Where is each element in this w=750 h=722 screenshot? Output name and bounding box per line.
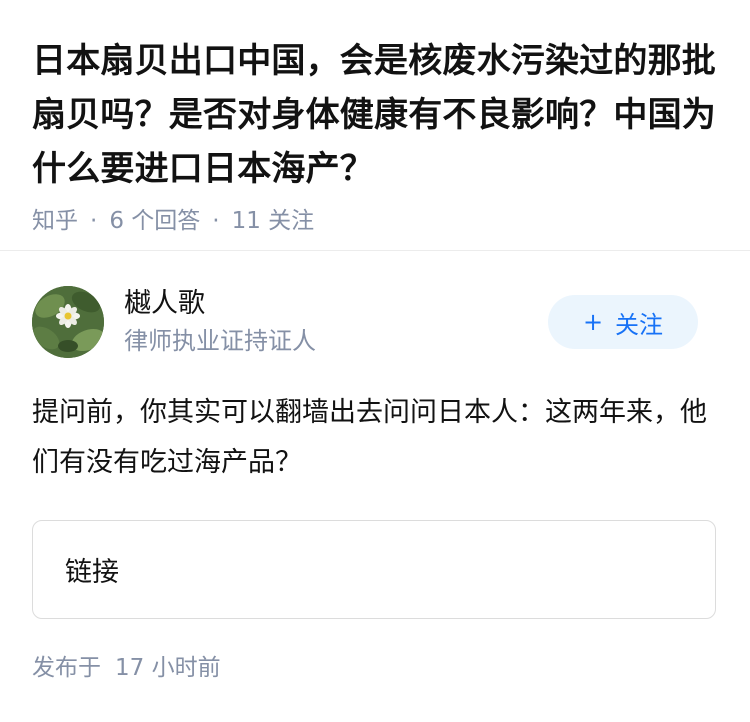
author-row: 樾人歌 律师执业证持证人 + 关注 bbox=[32, 284, 718, 360]
question-title[interactable]: 日本扇贝出口中国，会是核废水污染过的那批扇贝吗？是否对身体健康有不良影响？中国为… bbox=[32, 34, 718, 196]
section-divider bbox=[0, 250, 750, 251]
answer-card: 樾人歌 律师执业证持证人 + 关注 提问前，你其实可以翻墙出去问问日本人：这两年… bbox=[32, 284, 718, 683]
follow-button-label: 关注 bbox=[615, 310, 664, 339]
link-card[interactable]: 链接 bbox=[32, 520, 716, 619]
follow-button[interactable]: + 关注 bbox=[548, 295, 698, 349]
flower-avatar-icon bbox=[32, 286, 104, 358]
source-label[interactable]: 知乎 bbox=[32, 206, 78, 236]
plus-icon: + bbox=[582, 308, 604, 336]
question-meta: 知乎 · 6 个回答 · 11 关注 bbox=[32, 206, 718, 236]
author-info: 樾人歌 律师执业证持证人 bbox=[124, 286, 548, 358]
question-header: 日本扇贝出口中国，会是核废水污染过的那批扇贝吗？是否对身体健康有不良影响？中国为… bbox=[0, 0, 750, 236]
published-time: 发布于 17 小时前 bbox=[32, 653, 718, 683]
followers-count[interactable]: 11 关注 bbox=[232, 206, 315, 236]
published-prefix: 发布于 bbox=[32, 655, 101, 681]
link-card-label: 链接 bbox=[65, 557, 119, 588]
published-time-value: 17 小时前 bbox=[115, 655, 221, 681]
answers-count[interactable]: 6 个回答 bbox=[109, 206, 200, 236]
author-bio: 律师执业证持证人 bbox=[124, 327, 316, 355]
author-name[interactable]: 樾人歌 bbox=[124, 286, 548, 322]
meta-separator: · bbox=[212, 208, 220, 234]
answer-content: 提问前，你其实可以翻墙出去问问日本人：这两年来，他们有没有吃过海产品？ bbox=[32, 397, 707, 478]
meta-separator: · bbox=[90, 208, 98, 234]
avatar[interactable] bbox=[32, 286, 104, 358]
